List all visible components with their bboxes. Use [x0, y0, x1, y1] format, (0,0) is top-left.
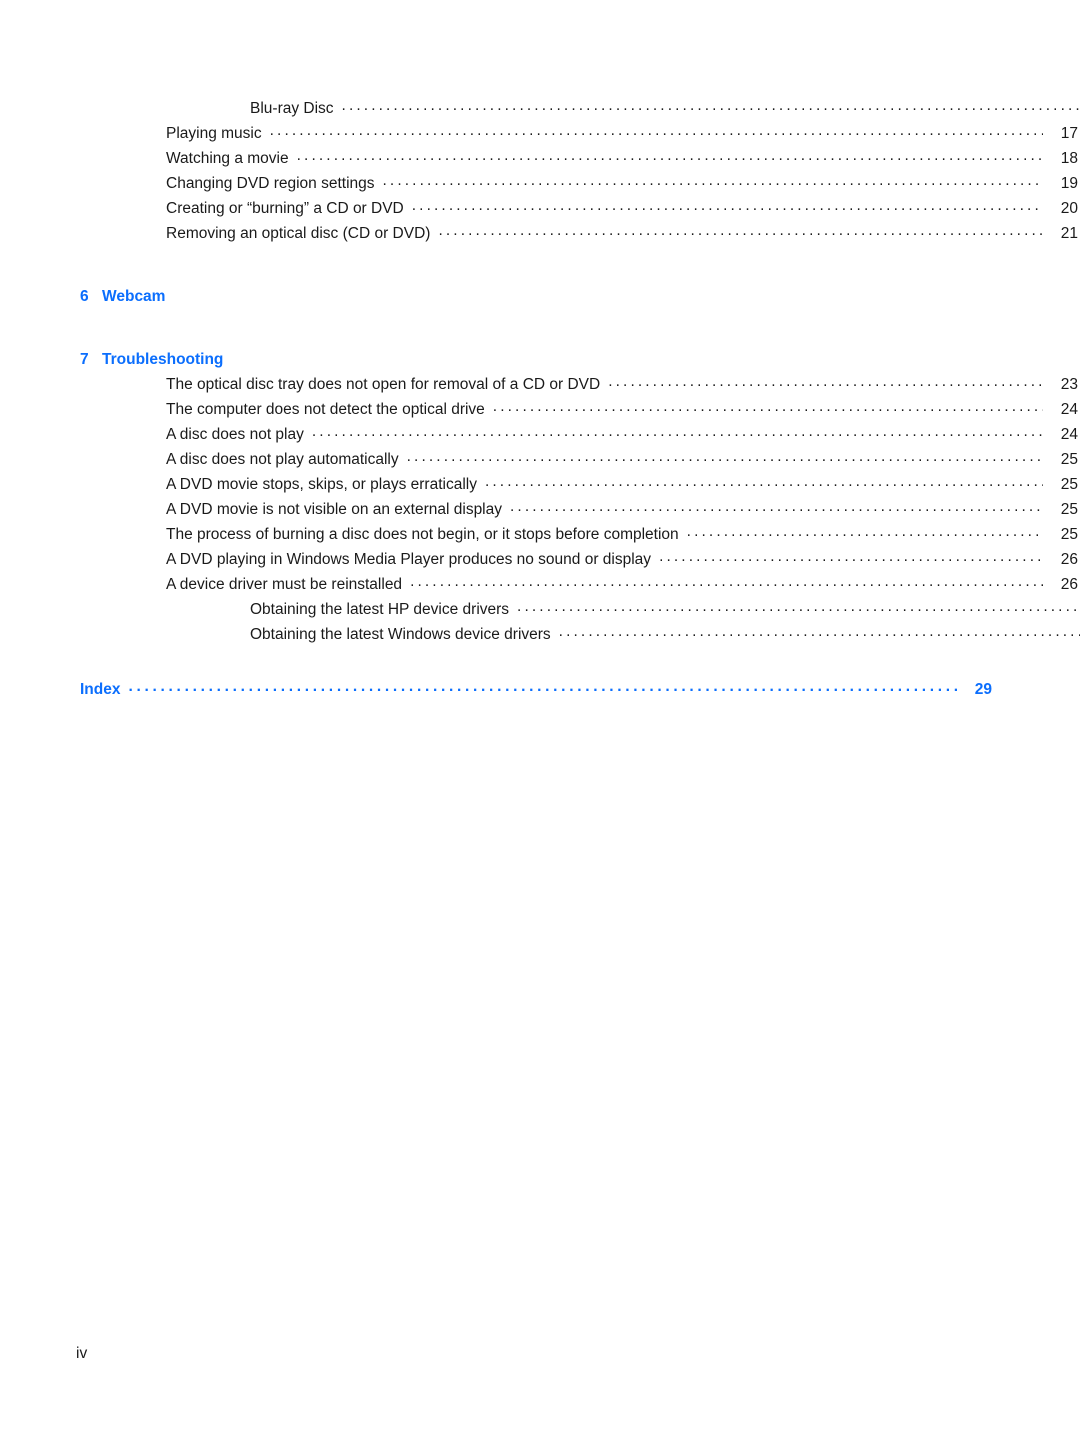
dot-leader [510, 499, 1043, 515]
toc-entry[interactable]: The computer does not detect the optical… [80, 397, 1078, 422]
dot-leader [270, 123, 1043, 139]
toc-entry[interactable]: Changing DVD region settings 19 [80, 171, 1078, 196]
chapter-title: Troubleshooting [102, 351, 224, 368]
toc-entry-page: 23 [1060, 376, 1078, 393]
toc-entry[interactable]: Obtaining the latest Windows device driv… [80, 622, 1080, 647]
toc-entry-label: A disc does not play automatically [166, 451, 399, 468]
dot-leader [608, 374, 1043, 390]
dot-leader [438, 223, 1043, 239]
toc-entry-label: A disc does not play [166, 426, 304, 443]
table-of-contents: Blu-ray Disc 17 Playing music 17 Watchin… [80, 96, 1080, 702]
toc-entry-page: 21 [1060, 225, 1078, 242]
dot-leader [383, 173, 1043, 189]
toc-entry-page: 25 [1060, 526, 1078, 543]
toc-entry[interactable]: A device driver must be reinstalled 26 [80, 572, 1078, 597]
toc-entry[interactable]: Blu-ray Disc 17 [80, 96, 1080, 121]
toc-entry[interactable]: A DVD movie stops, skips, or plays errat… [80, 472, 1078, 497]
toc-entry-page: 19 [1060, 175, 1078, 192]
dot-leader [297, 148, 1043, 164]
dot-leader [128, 679, 957, 695]
toc-entry[interactable]: Creating or “burning” a CD or DVD 20 [80, 196, 1078, 221]
toc-entry-page: 26 [1060, 551, 1078, 568]
toc-entry-page: 20 [1060, 200, 1078, 217]
toc-entry[interactable]: Removing an optical disc (CD or DVD) 21 [80, 221, 1078, 246]
toc-entry[interactable]: Playing music 17 [80, 121, 1078, 146]
toc-entry-page: 25 [1060, 501, 1078, 518]
toc-entry-label: The optical disc tray does not open for … [166, 376, 601, 393]
toc-entry-page: 17 [1060, 125, 1078, 142]
dot-leader [485, 474, 1043, 490]
toc-entry[interactable]: Obtaining the latest HP device drivers 2… [80, 597, 1080, 622]
toc-entry-index[interactable]: Index 29 [80, 677, 992, 702]
toc-entry[interactable]: A DVD playing in Windows Media Player pr… [80, 547, 1078, 572]
toc-entry-label: A DVD playing in Windows Media Player pr… [166, 551, 652, 568]
index-page: 29 [974, 681, 992, 698]
toc-entry[interactable]: The optical disc tray does not open for … [80, 372, 1078, 397]
toc-entry-page: 24 [1060, 426, 1078, 443]
toc-entry-label: Obtaining the latest Windows device driv… [250, 626, 551, 643]
toc-entry-label: The computer does not detect the optical… [166, 401, 485, 418]
toc-entry-label: A device driver must be reinstalled [166, 576, 403, 593]
toc-entry-label: A DVD movie is not visible on an externa… [166, 501, 502, 518]
toc-entry-label: Playing music [166, 125, 262, 142]
toc-entry-label: Removing an optical disc (CD or DVD) [166, 225, 431, 242]
dot-leader [517, 599, 1080, 615]
toc-entry-page: 25 [1060, 476, 1078, 493]
dot-leader [493, 399, 1043, 415]
toc-entry-label: Obtaining the latest HP device drivers [250, 601, 510, 618]
toc-entry-label: Blu-ray Disc [250, 100, 334, 117]
toc-block-continuation: Blu-ray Disc 17 Playing music 17 Watchin… [80, 96, 1080, 246]
toc-entry-page: 25 [1060, 451, 1078, 468]
document-page: Blu-ray Disc 17 Playing music 17 Watchin… [0, 0, 1080, 1437]
dot-leader [407, 449, 1043, 465]
chapter-number: 6 [80, 288, 89, 305]
toc-entry-label: The process of burning a disc does not b… [166, 526, 679, 543]
toc-entry-page: 24 [1060, 401, 1078, 418]
toc-entry-label: Changing DVD region settings [166, 175, 375, 192]
chapter-heading-troubleshooting[interactable]: 7 Troubleshooting [80, 347, 992, 372]
dot-leader [312, 424, 1043, 440]
chapter-title: Webcam [102, 288, 166, 305]
dot-leader [410, 574, 1043, 590]
chapter-number: 7 [80, 351, 89, 368]
toc-entry[interactable]: A disc does not play automatically 25 [80, 447, 1078, 472]
dot-leader [342, 98, 1080, 114]
dot-leader [659, 549, 1043, 565]
toc-entry[interactable]: Watching a movie 18 [80, 146, 1078, 171]
toc-entry[interactable]: A DVD movie is not visible on an externa… [80, 497, 1078, 522]
index-label: Index [80, 681, 121, 698]
toc-entry-label: A DVD movie stops, skips, or plays errat… [166, 476, 477, 493]
toc-entry[interactable]: The process of burning a disc does not b… [80, 522, 1078, 547]
dot-leader [559, 624, 1080, 640]
toc-entry-page: 18 [1060, 150, 1078, 167]
toc-entry[interactable]: A disc does not play 24 [80, 422, 1078, 447]
toc-entry-label: Creating or “burning” a CD or DVD [166, 200, 404, 217]
toc-entry-label: Watching a movie [166, 150, 289, 167]
toc-entry-page: 26 [1060, 576, 1078, 593]
page-folio: iv [76, 1345, 88, 1362]
dot-leader [687, 524, 1043, 540]
dot-leader [412, 198, 1043, 214]
chapter-heading-webcam[interactable]: 6 Webcam [80, 284, 992, 309]
toc-block-troubleshooting: The optical disc tray does not open for … [80, 372, 1080, 647]
